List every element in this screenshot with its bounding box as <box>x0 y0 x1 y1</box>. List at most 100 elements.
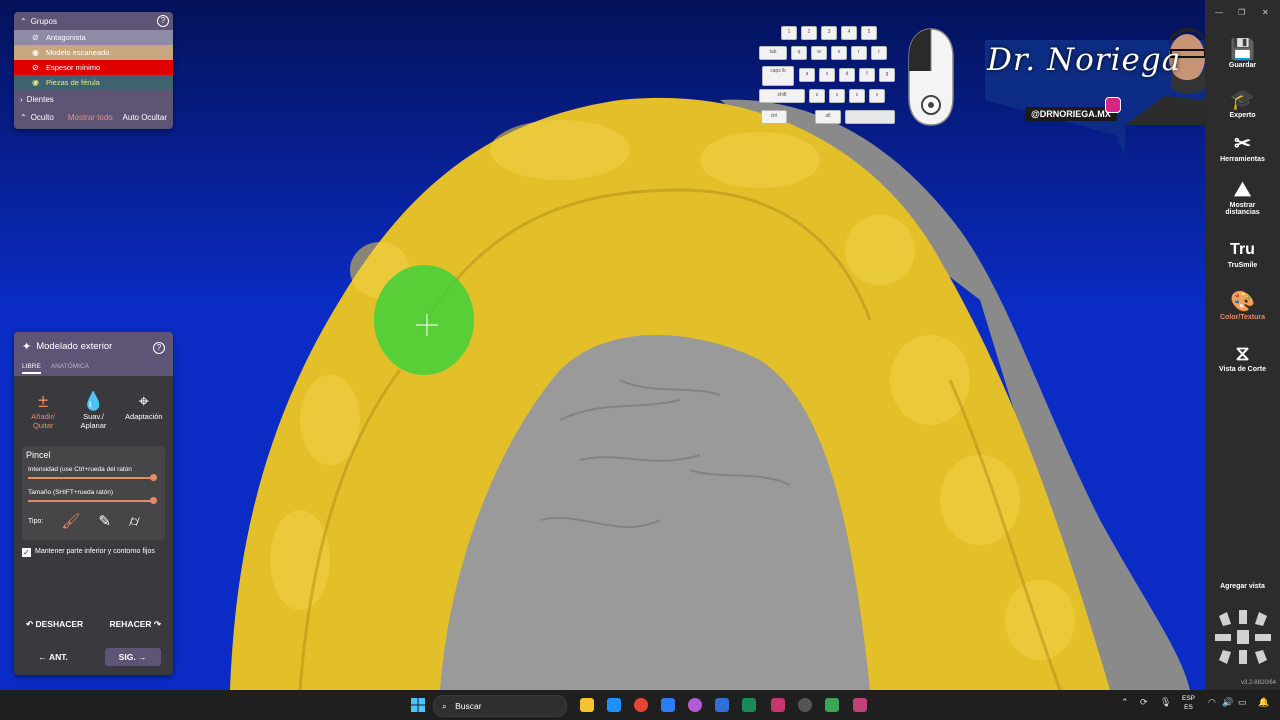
version-label: v3.2-8820/64 <box>1240 680 1276 686</box>
toolbar-label: TruSmile <box>1227 262 1258 269</box>
brush-type-2-icon[interactable]: ✎ <box>98 512 111 530</box>
group-row-antagonist[interactable]: ⊘ Antagonista <box>14 30 173 45</box>
windows-taskbar: ⌕ Buscar ⌃ ⟳ 🎙 ESP ES ◠ 🔊 ▭ 🔔 <box>0 690 1280 720</box>
group-row-scanned-model[interactable]: ◉ Modelo escaneado <box>14 45 173 60</box>
cut-view-button[interactable]: ⧖ Vista de Corte <box>1205 342 1280 373</box>
redo-button[interactable]: REHACER ↷ <box>109 619 161 630</box>
battery-icon[interactable]: ▭ <box>1238 697 1247 708</box>
chevron-up-icon: ⌃ <box>20 16 27 26</box>
minimize-icon[interactable]: — <box>1215 8 1223 17</box>
instagram-icon <box>1105 97 1121 113</box>
brand-name: Dr. Noriega <box>987 42 1182 78</box>
tab-libre[interactable]: LIBRE <box>22 363 41 374</box>
smooth-flatten-tool[interactable]: 💧 Suav./ Aplanar <box>70 390 116 440</box>
groups-header[interactable]: ⌃ Grupos <box>14 12 173 30</box>
show-distances-button[interactable]: ⛰ Mostrar distancias <box>1205 178 1280 216</box>
add-remove-tool[interactable]: ± Añadir/ Quitar <box>20 390 66 440</box>
adaptation-tool[interactable]: ⌖ Adaptación <box>121 390 167 440</box>
key-w: w <box>811 46 827 60</box>
undo-button[interactable]: ↶ DESHACER <box>26 619 83 630</box>
chevron-right-icon[interactable]: › <box>36 79 38 86</box>
auto-hide-button[interactable]: Auto Ocultar <box>123 113 167 122</box>
app-icon[interactable] <box>742 698 756 712</box>
toolbar-label: Vista de Corte <box>1219 366 1266 373</box>
expert-button[interactable]: 🎓 Experto <box>1205 88 1280 119</box>
intensity-label: Intensidad (use Ctrl+rueda del ratón <box>28 466 132 473</box>
chevron-up-icon[interactable]: ⌃ <box>20 113 27 122</box>
sync-icon[interactable]: ⟳ <box>1140 697 1148 708</box>
adapt-icon: ⌖ <box>138 391 149 411</box>
eye-icon[interactable]: ◉ <box>32 48 42 57</box>
windows-start-icon[interactable] <box>411 698 425 712</box>
key-q: q <box>791 46 807 60</box>
save-icon: 💾 <box>1230 39 1255 61</box>
app-icon[interactable] <box>825 698 839 712</box>
palette-icon: 🎨 <box>1230 291 1255 313</box>
show-all-button[interactable]: Mostrar todo <box>68 113 113 122</box>
color-texture-button[interactable]: 🎨 Color/Textura <box>1205 290 1280 321</box>
key-x: x <box>829 89 845 103</box>
exocad-icon[interactable] <box>771 698 785 712</box>
teeth-label: Dientes <box>26 94 54 104</box>
file-explorer-icon[interactable] <box>580 698 594 712</box>
prev-button[interactable]: ← ANT. <box>26 648 79 666</box>
keep-fixed-checkbox[interactable]: ✓ Mantener parte inferior y contorno fij… <box>22 548 165 557</box>
remote-desktop-icon[interactable] <box>715 698 729 712</box>
volume-icon[interactable]: 🔊 <box>1222 697 1233 708</box>
key-3: 3 <box>821 26 837 40</box>
tool-label: Adaptación <box>125 412 163 421</box>
exterior-modeling-panel: ✦ Modelado exterior ? LIBRE ANATÓMICA ± … <box>14 332 173 675</box>
language-indicator[interactable]: ESP ES <box>1182 694 1195 712</box>
wifi-icon[interactable]: ◠ <box>1208 697 1216 708</box>
help-icon[interactable]: ? <box>157 15 169 27</box>
brush-type-1-icon[interactable]: 🖌 <box>61 512 80 530</box>
cad-icon[interactable] <box>853 698 867 712</box>
app-icon[interactable] <box>688 698 702 712</box>
right-toolbar: — ❐ ✕ 💾 Guardar 🎓 Experto ✂ Herramientas… <box>1205 0 1280 690</box>
eye-off-icon[interactable]: ⊘ <box>32 33 42 42</box>
notification-bell-icon[interactable]: 🔔 <box>1258 697 1269 708</box>
key-1: 1 <box>781 26 797 40</box>
group-row-splint-pieces[interactable]: › ◉ Piezas de férula <box>14 75 173 90</box>
slider-handle[interactable] <box>150 497 157 504</box>
trusmile-icon: Tru <box>1230 241 1255 258</box>
slider-handle[interactable] <box>150 474 157 481</box>
add-remove-icon: ± <box>38 391 49 411</box>
help-icon[interactable]: ? <box>153 342 165 354</box>
trusmile-button[interactable]: Tru TruSmile <box>1205 238 1280 269</box>
group-row-min-thickness[interactable]: ⊘ Espesor mínimo <box>14 60 173 75</box>
app-icon[interactable] <box>798 698 812 712</box>
search-placeholder: Buscar <box>455 701 482 711</box>
lang-line2: ES <box>1184 704 1193 711</box>
groups-title: Grupos <box>30 16 57 26</box>
key-v: v <box>869 89 885 103</box>
chevron-right-icon: › <box>20 94 23 104</box>
save-button[interactable]: 💾 Guardar <box>1205 38 1280 69</box>
eye-off-icon[interactable]: ⊘ <box>32 63 42 72</box>
tab-anatomica[interactable]: ANATÓMICA <box>51 363 89 374</box>
close-icon[interactable]: ✕ <box>1262 8 1269 17</box>
microphone-icon[interactable]: 🎙 <box>1160 697 1171 708</box>
teeth-group[interactable]: › Dientes <box>14 90 173 108</box>
chevron-up-icon[interactable]: ⌃ <box>1121 697 1129 708</box>
chrome-icon[interactable] <box>634 698 648 712</box>
tool-label: Añadir/ <box>31 412 56 421</box>
taskbar-search[interactable]: ⌕ Buscar <box>433 695 567 717</box>
size-label: Tamaño (SHIFT+rueda ratón) <box>28 489 114 496</box>
maximize-icon[interactable]: ❐ <box>1238 8 1245 17</box>
intensity-slider[interactable] <box>28 473 157 483</box>
cylinder-icon[interactable]: ⌭ <box>129 513 140 530</box>
store-icon[interactable] <box>607 698 621 712</box>
tools-button[interactable]: ✂ Herramientas <box>1205 132 1280 163</box>
redo-label: REHACER <box>109 619 152 629</box>
type-label: Tipo: <box>28 517 44 525</box>
size-slider[interactable] <box>28 496 157 506</box>
key-alt: alt <box>815 110 841 124</box>
next-button[interactable]: SIG. → <box>104 648 161 666</box>
app-icon[interactable] <box>661 698 675 712</box>
view-cube-icon[interactable] <box>1211 606 1275 670</box>
key-s: s <box>819 68 835 82</box>
distances-icon: ⛰ <box>1234 179 1251 201</box>
checkbox-icon[interactable]: ✓ <box>22 548 31 557</box>
key-4: 4 <box>841 26 857 40</box>
